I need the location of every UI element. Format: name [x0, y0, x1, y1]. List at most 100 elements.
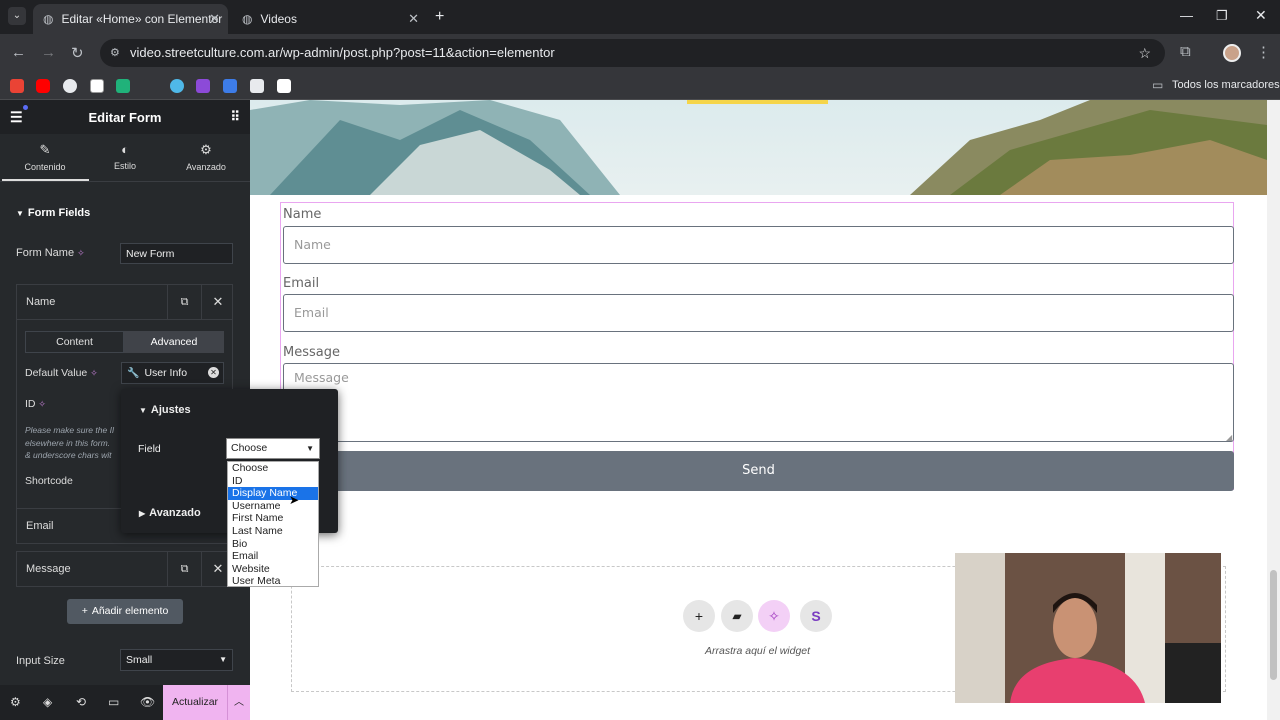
form-name-label: Form Name ✧ [16, 247, 85, 259]
yellow-accent-bar [687, 100, 828, 104]
restore-icon[interactable]: ❐ [1216, 8, 1228, 24]
field-item-name[interactable]: Name ⧉ ✕ [16, 284, 233, 320]
plus-icon: + [81, 605, 88, 617]
caret-right-icon: ▶ [139, 509, 146, 518]
back-arrow-icon[interactable]: ← [11, 44, 26, 61]
close-tab-icon[interactable]: ✕ [209, 11, 220, 27]
pencil-icon: ✎ [39, 142, 51, 157]
clear-tag-icon[interactable]: ✕ [208, 367, 219, 378]
input-size-label: Input Size [16, 655, 65, 667]
panel-title: Editar Form [88, 109, 162, 125]
bookmark-blue-icon[interactable] [170, 79, 184, 93]
half-circle-icon: ◐ [121, 142, 129, 157]
hamburger-menu-icon[interactable]: ☰ [10, 109, 23, 126]
dynamic-tag-input[interactable]: 🔧 User Info ✕ [121, 362, 224, 384]
scrollbar-thumb[interactable] [1270, 570, 1277, 680]
close-window-icon[interactable]: ✕ [1255, 7, 1267, 24]
address-bar[interactable]: ⚙ video.streetculture.com.ar/wp-admin/po… [100, 39, 1165, 67]
ai-sparkle-icon[interactable]: ✧ [758, 600, 790, 632]
form-name-input[interactable]: New Form [120, 243, 233, 264]
tab-avanzado[interactable]: ⚙ Avanzado [165, 142, 247, 172]
bookmark-pause-icon[interactable] [277, 79, 291, 93]
bookmark-d-icon[interactable] [116, 79, 130, 93]
bookmark-mail-icon[interactable] [223, 79, 237, 93]
url-text: video.streetculture.com.ar/wp-admin/post… [130, 45, 555, 60]
notion-icon[interactable] [90, 79, 104, 93]
message-textarea[interactable]: Message [283, 363, 1234, 442]
id-label: ID ✧ [25, 398, 46, 410]
bookmark-stack-icon[interactable] [196, 79, 210, 93]
ai-sparkle-icon: ✧ [77, 248, 85, 258]
subtab-content[interactable]: Content [25, 331, 124, 353]
option-last-name[interactable]: Last Name [228, 525, 318, 538]
history-icon[interactable]: ⟲ [76, 695, 86, 709]
tab-title: Editar «Home» con Elementor [61, 12, 223, 26]
update-options-chevron-icon[interactable]: ︿ [227, 685, 250, 720]
tab-videos[interactable]: ◍ Videos ✕ [232, 4, 427, 34]
all-bookmarks-link[interactable]: Todos los marcadores [1172, 79, 1280, 91]
field-item-message[interactable]: Message ⧉ ✕ [16, 551, 233, 587]
option-website[interactable]: Website [228, 563, 318, 576]
tab-contenido[interactable]: ✎ Contenido [4, 142, 86, 172]
bookmark-box-icon[interactable] [250, 79, 264, 93]
option-id[interactable]: ID [228, 475, 318, 488]
resize-handle-icon[interactable]: ◢ [1226, 433, 1232, 442]
responsive-mode-icon[interactable]: ▭ [108, 695, 119, 709]
add-item-button[interactable]: + Añadir elemento [67, 599, 183, 624]
canvas-scrollbar[interactable] [1267, 100, 1280, 720]
starter-s-icon[interactable]: S [800, 600, 832, 632]
option-choose[interactable]: Choose [228, 462, 318, 475]
update-button[interactable]: Actualizar [163, 685, 227, 720]
option-username[interactable]: Username [228, 500, 318, 513]
bookmark-blank-icon[interactable] [143, 79, 157, 93]
tab-elementor[interactable]: ◍ Editar «Home» con Elementor ✕ [33, 4, 228, 34]
globe-icon: ◍ [43, 12, 54, 26]
navigator-layers-icon[interactable]: ◈ [43, 695, 52, 709]
subtab-advanced[interactable]: Advanced [124, 331, 224, 353]
email-field-label: Email [283, 276, 320, 291]
tab-estilo[interactable]: ◐ Estilo [84, 142, 166, 171]
widgets-grid-icon[interactable]: ⠿ [230, 109, 240, 125]
option-first-name[interactable]: First Name [228, 512, 318, 525]
bookmarks-bar: ▭ Todos los marcadores [0, 72, 1280, 100]
bookmark-star-icon[interactable]: ☆ [1138, 39, 1151, 67]
message-field-label: Message [283, 345, 340, 360]
forward-arrow-icon[interactable]: → [41, 44, 56, 61]
duplicate-icon[interactable]: ⧉ [167, 285, 201, 319]
menu-dots-icon[interactable]: ⋮ [1256, 43, 1271, 61]
site-settings-icon[interactable]: ⚙ [110, 39, 120, 67]
avanzado-toggle[interactable]: ▶ Avanzado [139, 507, 201, 519]
tab-title: Videos [260, 12, 297, 26]
close-tab-icon[interactable]: ✕ [408, 11, 419, 27]
reload-icon[interactable]: ↻ [71, 44, 84, 62]
preview-eye-icon[interactable]: 👁 [140, 695, 155, 709]
send-button[interactable]: Send [283, 451, 1234, 491]
remove-icon[interactable]: ✕ [201, 285, 234, 319]
option-email[interactable]: Email [228, 550, 318, 563]
id-help-text: Please make sure the II elsewhere in thi… [25, 425, 115, 460]
input-size-select[interactable]: Small ▼ [120, 649, 233, 671]
option-display-name[interactable]: Display Name [228, 487, 318, 500]
profile-avatar[interactable] [1223, 44, 1241, 62]
name-input[interactable]: Name [283, 226, 1234, 264]
folder-icon: ▭ [1152, 78, 1164, 92]
option-user-meta[interactable]: User Meta [228, 575, 318, 588]
extensions-icon[interactable]: ⧉ [1180, 43, 1191, 60]
minimize-icon[interactable]: — [1180, 8, 1193, 23]
tab-search-button[interactable]: ⌄ [8, 7, 26, 25]
youtube-icon[interactable] [36, 79, 50, 93]
webcam-overlay [955, 553, 1221, 703]
new-tab-icon[interactable]: + [435, 8, 444, 26]
section-toggle[interactable]: ▼ Form Fields [16, 207, 90, 219]
field-select[interactable]: Choose ▼ [226, 438, 320, 459]
ai-sparkle-icon: ✧ [38, 399, 46, 409]
ajustes-toggle[interactable]: ▼ Ajustes [139, 404, 191, 416]
email-input[interactable]: Email [283, 294, 1234, 332]
add-section-plus-icon[interactable]: + [683, 600, 715, 632]
chatgpt-icon[interactable] [63, 79, 77, 93]
gmail-icon[interactable] [10, 79, 24, 93]
template-folder-icon[interactable]: ▰ [721, 600, 753, 632]
duplicate-icon[interactable]: ⧉ [167, 552, 201, 586]
settings-icon[interactable]: ⚙ [10, 695, 21, 709]
option-bio[interactable]: Bio [228, 538, 318, 551]
